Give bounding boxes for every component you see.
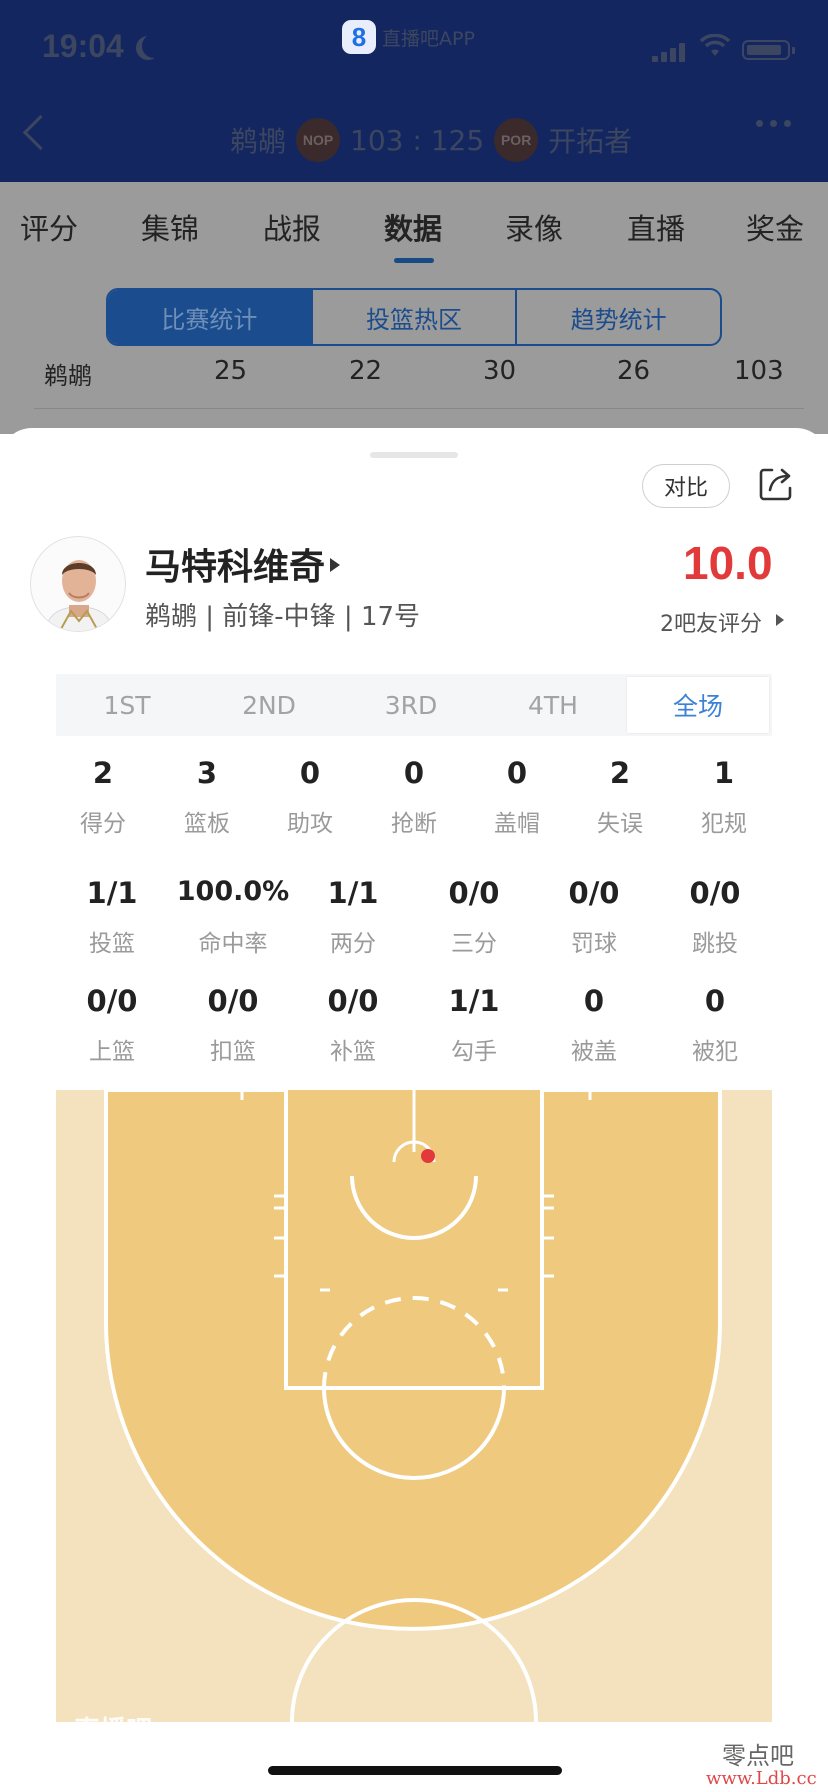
stat-tipin-label: 补篮: [330, 1039, 376, 1065]
tab-live[interactable]: 直播: [627, 206, 685, 248]
stat-jumper-value: 0/0: [689, 876, 741, 910]
segment-game-stats[interactable]: 比赛统计: [108, 290, 313, 344]
stat-fouls-label: 犯规: [701, 811, 747, 837]
stat-blocked-label: 被盖: [571, 1039, 617, 1065]
rating-count-link[interactable]: 2吧友评分: [660, 606, 762, 638]
stat-dunk-label: 扣篮: [210, 1039, 256, 1065]
score-row-q2: 22: [349, 356, 383, 386]
signal-icon: [652, 42, 690, 62]
score-row-q3: 30: [483, 356, 517, 386]
tab-highlights[interactable]: 集锦: [141, 206, 199, 248]
stat-rebounds-value: 3: [196, 756, 218, 790]
stat-fouled-value: 0: [704, 984, 726, 1018]
period-tab-3rd[interactable]: 3RD: [340, 674, 482, 736]
period-tabs: 1ST 2ND 3RD 4TH 全场: [56, 674, 772, 736]
score-row-q1: 25: [214, 356, 248, 386]
stat-assists-label: 助攻: [287, 811, 333, 837]
shot-marker: [421, 1149, 435, 1163]
stat-turnovers-value: 2: [609, 756, 631, 790]
stat-ft-value: 0/0: [568, 876, 620, 910]
away-team-name: 开拓者: [548, 125, 633, 158]
stat-turnovers-label: 失误: [597, 811, 643, 837]
stat-dunk-value: 0/0: [207, 984, 259, 1018]
tab-report[interactable]: 战报: [263, 206, 321, 248]
stat-tipin-value: 0/0: [327, 984, 379, 1018]
battery-icon: [742, 40, 795, 60]
home-indicator: [268, 1766, 562, 1775]
segment-trend-stats[interactable]: 趋势统计: [517, 290, 720, 344]
tab-bonus[interactable]: 奖金: [746, 206, 804, 248]
tab-rating[interactable]: 评分: [20, 206, 78, 248]
site-watermark-url: www.Ldb.cc: [706, 1768, 817, 1789]
tab-replay[interactable]: 录像: [505, 206, 563, 248]
stat-ft-label: 罚球: [571, 931, 617, 957]
player-avatar: [30, 536, 126, 632]
court-drawing: [104, 1090, 722, 1722]
stat-3pt-value: 0/0: [448, 876, 500, 910]
stat-fouled-label: 被犯: [692, 1039, 738, 1065]
stat-steals-value: 0: [403, 756, 425, 790]
stat-2pt-label: 两分: [330, 931, 376, 957]
stat-blocks-value: 0: [506, 756, 528, 790]
active-tab-indicator: [394, 258, 434, 263]
stat-fg-pct-value: 100.0%: [176, 876, 290, 907]
home-team-logo: NOP: [296, 118, 341, 162]
stat-assists-value: 0: [299, 756, 321, 790]
period-tab-4th[interactable]: 4TH: [482, 674, 624, 736]
stat-blocks-label: 盖帽: [494, 811, 540, 837]
moon-icon: [142, 34, 166, 58]
score-row-q4: 26: [617, 356, 651, 386]
match-score-header: 鹈鹕 NOP 103 : 125 POR 开拓者: [230, 118, 633, 162]
match-score: 103 : 125: [350, 123, 485, 157]
player-rating: 10.0: [683, 537, 773, 589]
status-time: 19:04: [42, 28, 124, 64]
stat-rebounds-label: 篮板: [184, 811, 230, 837]
court-watermark: 直播吧: [74, 1716, 153, 1746]
stat-layup-value: 0/0: [86, 984, 138, 1018]
stat-fg-label: 投篮: [89, 931, 135, 957]
player-arrow-icon[interactable]: [330, 558, 340, 572]
score-row-total: 103: [734, 356, 784, 386]
stat-fg-pct-label: 命中率: [198, 931, 268, 957]
period-tab-1st[interactable]: 1ST: [56, 674, 198, 736]
stat-steals-label: 抢断: [391, 811, 437, 837]
stat-hook-value: 1/1: [448, 984, 500, 1018]
app-name: 直播吧APP: [382, 28, 475, 50]
app-logo-icon: 8: [342, 20, 376, 54]
divider: [34, 408, 804, 409]
stat-layup-label: 上篮: [89, 1039, 135, 1065]
home-team-name: 鹈鹕: [230, 125, 287, 158]
stat-points-value: 2: [92, 756, 114, 790]
stat-2pt-value: 1/1: [327, 876, 379, 910]
stats-segment-control: 比赛统计 投篮热区 趋势统计: [106, 288, 722, 346]
share-icon[interactable]: [758, 466, 792, 501]
score-row-team: 鹈鹕: [44, 362, 92, 390]
compare-button[interactable]: 对比: [642, 464, 730, 508]
stat-jumper-label: 跳投: [692, 931, 738, 957]
sheet-grabber[interactable]: [370, 452, 458, 458]
stat-3pt-label: 三分: [451, 931, 497, 957]
away-team-logo: POR: [494, 118, 539, 162]
wifi-icon: [699, 33, 731, 65]
shot-chart-court: [56, 1090, 772, 1722]
player-info: 鹈鹕 | 前锋-中锋 | 17号: [145, 602, 421, 632]
site-watermark-name: 零点吧: [722, 1742, 794, 1770]
more-options-icon[interactable]: [756, 120, 791, 127]
stat-blocked-value: 0: [583, 984, 605, 1018]
tab-data[interactable]: 数据: [384, 206, 442, 248]
stat-fouls-value: 1: [713, 756, 735, 790]
rating-arrow-icon[interactable]: [776, 614, 784, 626]
period-tab-2nd[interactable]: 2ND: [198, 674, 340, 736]
stat-points-label: 得分: [80, 811, 126, 837]
player-name[interactable]: 马特科维奇: [145, 538, 325, 590]
segment-shot-chart[interactable]: 投篮热区: [313, 290, 518, 344]
period-tab-full[interactable]: 全场: [627, 677, 769, 733]
stat-hook-label: 勾手: [451, 1039, 497, 1065]
stat-fg-value: 1/1: [86, 876, 138, 910]
